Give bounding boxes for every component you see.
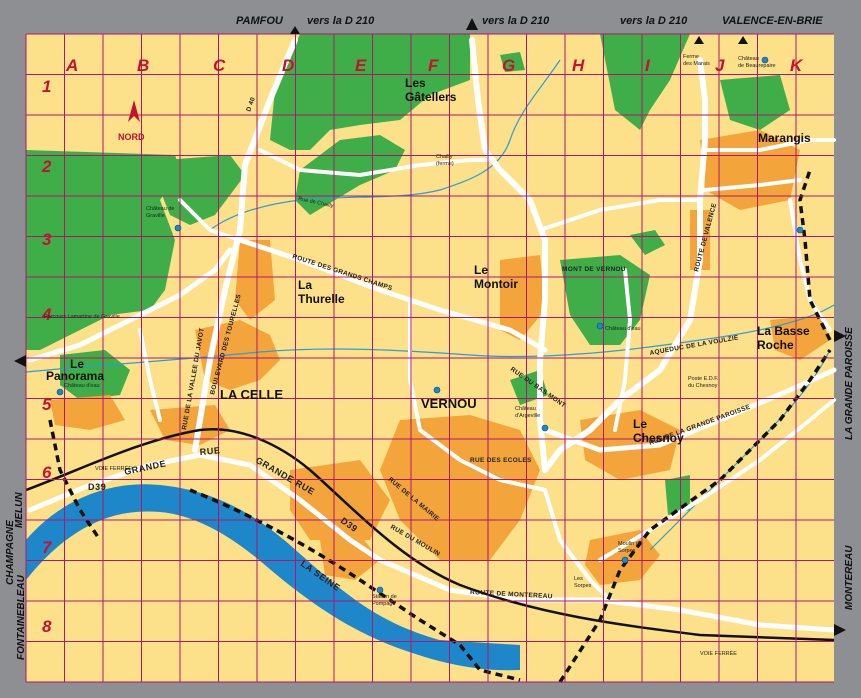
dest-d210-3: vers la D 210 [620, 15, 688, 27]
grid-column-label: G [502, 56, 515, 75]
poi-moulin-sorpes-l1: Moulin de [618, 541, 642, 547]
dest-montereau: MONTEREAU [844, 545, 855, 610]
poi-marker-icon [56, 388, 64, 396]
dest-pamfou: PAMFOU [236, 15, 284, 27]
place-montoir-l1: Le [474, 263, 488, 277]
poi-marker-icon [433, 386, 441, 394]
poi-poste-edf: Poste E.D.F. du Chesnoy [688, 376, 719, 389]
poi-chateau-argeville-l2: d'Argeville [515, 413, 540, 419]
grid-column-label: D [282, 56, 294, 75]
dest-fontainebleau: FONTAINEBLEAU [16, 574, 27, 660]
dest-champagne: CHAMPAGNE [5, 520, 16, 585]
dest-d210-1: vers la D 210 [307, 15, 375, 27]
place-vernou: VERNOU [421, 396, 477, 411]
grid-row-label: 5 [42, 395, 52, 414]
place-mont-vernou: MONT DE VERNOU [562, 266, 626, 273]
grid-column-label: H [572, 56, 585, 75]
poi-chateau-argeville-l1: Château [515, 406, 536, 412]
street-parcours: Parcours Lamartine de Graville [44, 314, 120, 320]
compass-label: NORD [118, 132, 145, 142]
grid-row-label: 8 [42, 617, 52, 636]
place-basse-roche-l1: La Basse [757, 324, 810, 338]
grid-column-label: A [65, 56, 78, 75]
poi-chateau-eau-1: Château d'eau [64, 383, 100, 389]
place-la-celle: LA CELLE [220, 387, 283, 402]
poi-chateau-beaurepaire-l1: Château [738, 56, 759, 62]
place-gatellers-l1: Les [405, 76, 426, 90]
poi-marker-icon [376, 586, 384, 594]
poi-ferme-chailly-l1: Chailly [436, 154, 453, 160]
place-panorama-l2: Panorama [46, 369, 104, 383]
poi-marker-icon [621, 556, 629, 564]
poi-poste-edf-l1: Poste E.D.F. [688, 376, 719, 382]
place-sorpes-l1: Les [574, 576, 583, 582]
grid-row-label: 6 [42, 463, 52, 482]
poi-marker-icon [596, 322, 604, 330]
street-d39: D39 [88, 482, 106, 492]
place-basse-roche-l2: Roche [757, 338, 794, 352]
poi-ferme-chailly-l2: (ferme) [436, 161, 454, 167]
grid-row-label: 2 [41, 157, 52, 176]
grid-column-label: C [213, 56, 226, 75]
poi-chateau-beaurepaire-l2: de Beaurepaire [738, 63, 776, 69]
poi-marker-icon [541, 424, 549, 432]
grid-column-label: E [355, 56, 367, 75]
poi-marker-icon [174, 224, 182, 232]
grid-row-label: 7 [42, 538, 53, 557]
poi-ferme-marais-l1: Ferme [683, 54, 699, 60]
grid-column-label: K [790, 56, 804, 75]
dest-valence: VALENCE-EN-BRIE [722, 15, 823, 27]
poi-ferme-chailly: Chailly (ferme) [436, 154, 454, 167]
street-voie-ferree: VOIE FERRÉE [95, 465, 132, 472]
place-thurelle-l2: Thurelle [298, 292, 345, 306]
poi-marker-icon [796, 226, 804, 234]
poi-chateau-graville-l2: Graville [146, 213, 165, 219]
street-voie-ferree-2: VOIE FERRÉE [700, 650, 737, 657]
poi-poste-edf-l2: du Chesnoy [688, 383, 718, 389]
place-chesnoy-l1: Le [633, 417, 647, 431]
street-grande-2: RUE [199, 445, 221, 457]
poi-station-pompage: Station de Pompage [372, 594, 397, 607]
grid-row-label: 3 [42, 230, 52, 249]
place-thurelle-l1: La [298, 278, 312, 292]
dest-grande-paroisse: LA GRANDE PAROISSE [844, 327, 855, 440]
poi-moulin-sorpes-l2: Sorpes [618, 548, 636, 554]
grid-row-label: 1 [42, 77, 51, 96]
grid-column-label: B [137, 56, 149, 75]
street-ecoles: RUE DES ECOLES [470, 457, 532, 464]
poi-chateau-eau-2: Château d'eau [605, 326, 641, 332]
grid-column-label: J [715, 56, 725, 75]
town-map: ABCDEFGHIJK 12345678 PAMFOU vers la D 21… [0, 0, 861, 698]
place-sorpes-l2: Sorpes [574, 583, 592, 589]
poi-ferme-marais-l2: des Marais [683, 61, 710, 67]
poi-chateau-graville-l1: Château de [146, 206, 174, 212]
poi-station-pompage-l1: Station de [372, 594, 397, 600]
place-gatellers-l2: Gâtellers [405, 90, 457, 104]
poi-station-pompage-l2: Pompage [372, 601, 396, 607]
grid-column-label: F [428, 56, 439, 75]
place-montoir-l2: Montoir [474, 277, 518, 291]
dest-d210-2: vers la D 210 [482, 15, 550, 27]
place-marangis: Marangis [758, 131, 811, 145]
